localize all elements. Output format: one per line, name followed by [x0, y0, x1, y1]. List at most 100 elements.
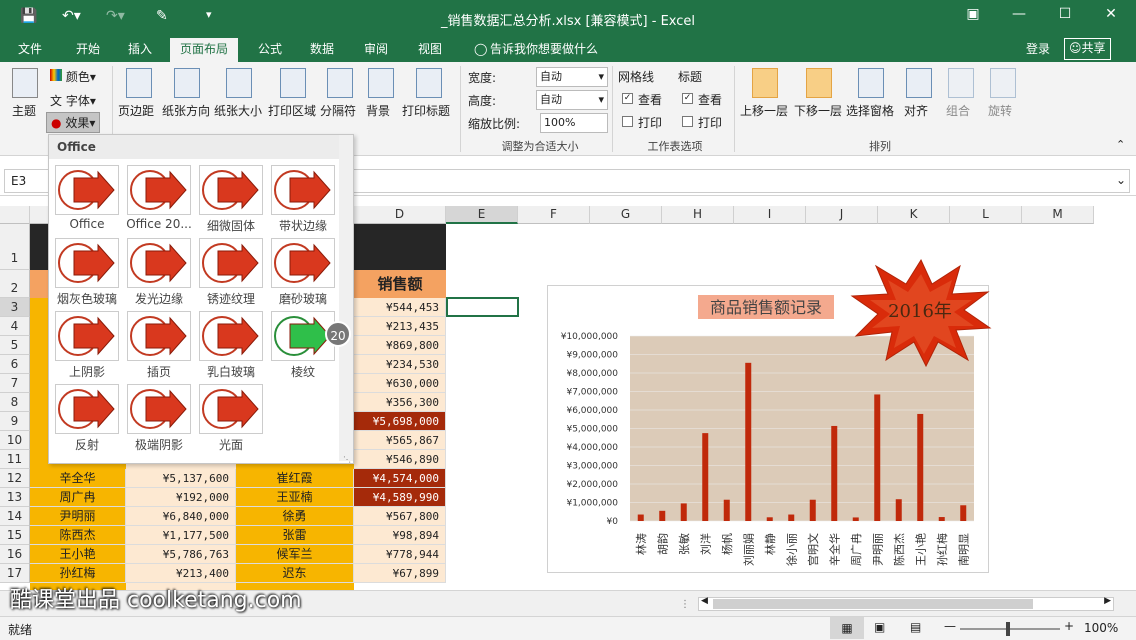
effect-option[interactable]: 反射	[55, 384, 119, 454]
zoom-in-icon[interactable]: +	[1064, 619, 1074, 633]
tab-page-layout[interactable]: 页面布局	[170, 38, 239, 62]
minimize-icon[interactable]: —	[1004, 6, 1034, 22]
column-header-h[interactable]: H	[662, 206, 734, 224]
effect-option[interactable]: 上阴影	[55, 311, 119, 381]
row-header[interactable]: 3	[0, 298, 30, 317]
sales-cell[interactable]: ¥567,800	[354, 507, 446, 526]
effect-option[interactable]: 棱纹	[271, 311, 335, 381]
column-header-g[interactable]: G	[590, 206, 662, 224]
tab-formulas[interactable]: 公式	[254, 40, 286, 62]
column-header-e[interactable]: E	[446, 206, 518, 224]
group-button[interactable]: 组合	[946, 68, 976, 119]
page-break-view-icon[interactable]: ▤	[910, 620, 921, 634]
sales-cell[interactable]: ¥234,530	[354, 355, 446, 374]
amount-cell[interactable]: ¥1,177,500	[126, 526, 236, 545]
scale-spinner[interactable]: 100%	[540, 113, 608, 133]
sales-cell[interactable]: ¥869,800	[354, 336, 446, 355]
name-cell[interactable]: 迟东	[236, 564, 354, 583]
row-header[interactable]: 2	[0, 270, 30, 298]
width-dropdown[interactable]: 自动 ▾	[536, 67, 608, 87]
print-titles-button[interactable]: 打印标题	[402, 68, 456, 119]
page-layout-view-icon[interactable]: ▣	[874, 620, 885, 634]
sales-cell[interactable]: ¥778,944	[354, 545, 446, 564]
themes-button[interactable]: 主题	[8, 68, 42, 128]
name-cell[interactable]: 尹明丽	[30, 507, 126, 526]
name-cell[interactable]: 孙红梅	[30, 564, 126, 583]
tab-split-icon[interactable]: ⋮	[680, 599, 690, 610]
sales-cell[interactable]: ¥98,894	[354, 526, 446, 545]
scrollbar-thumb[interactable]	[713, 599, 1033, 609]
sales-cell[interactable]: ¥565,867	[354, 431, 446, 450]
tab-home[interactable]: 开始	[72, 40, 104, 62]
height-dropdown[interactable]: 自动 ▾	[536, 90, 608, 110]
row-header[interactable]: 12	[0, 469, 30, 488]
row-header[interactable]: 16	[0, 545, 30, 564]
amount-cell[interactable]: ¥213,400	[126, 564, 236, 583]
effect-option[interactable]: 细微固体	[199, 165, 263, 235]
share-button[interactable]: ☺共享	[1064, 38, 1111, 60]
horizontal-scrollbar[interactable]: ◀ ▶	[698, 596, 1114, 611]
align-button[interactable]: 对齐	[904, 68, 934, 119]
ribbon-display-icon[interactable]: ▣	[958, 6, 988, 22]
expand-formula-icon[interactable]: ⌄	[1116, 173, 1126, 187]
sales-cell[interactable]: ¥630,000	[354, 374, 446, 393]
effect-option[interactable]: 烟灰色玻璃	[55, 238, 119, 308]
name-cell[interactable]: 王小艳	[30, 545, 126, 564]
name-cell[interactable]: 周广冉	[30, 488, 126, 507]
resize-grip-icon[interactable]: ⋱	[343, 455, 351, 464]
theme-effects-button[interactable]: ● 效果▾	[46, 112, 101, 133]
tab-review[interactable]: 审阅	[360, 40, 392, 62]
tab-view[interactable]: 视图	[414, 40, 446, 62]
row-header[interactable]: 17	[0, 564, 30, 583]
scroll-right-icon[interactable]: ▶	[1104, 596, 1111, 606]
name-cell[interactable]: 陈西杰	[30, 526, 126, 545]
theme-fonts-button[interactable]: 文 字体▾	[50, 92, 96, 109]
zoom-level[interactable]: 100%	[1084, 621, 1118, 635]
tab-file[interactable]: 文件	[14, 40, 46, 62]
scroll-left-icon[interactable]: ◀	[701, 596, 708, 606]
sign-in-link[interactable]: 登录	[1022, 40, 1054, 62]
name-cell[interactable]: 张雷	[236, 526, 354, 545]
row-header[interactable]: 7	[0, 374, 30, 393]
background-button[interactable]: 背景	[366, 68, 396, 119]
column-header-j[interactable]: J	[806, 206, 878, 224]
starburst-callout[interactable]: 2016年	[850, 256, 992, 368]
headings-view-checkbox[interactable]: ✓	[682, 93, 693, 104]
sales-cell[interactable]: ¥213,435	[354, 317, 446, 336]
sales-cell-highlight[interactable]: ¥4,589,990	[354, 488, 446, 507]
column-header-d[interactable]: D	[354, 206, 446, 224]
send-backward-button[interactable]: 下移一层	[794, 68, 846, 119]
row-header[interactable]: 13	[0, 488, 30, 507]
name-cell[interactable]: 崔红霞	[236, 469, 354, 488]
tell-me-search[interactable]: 告诉我你想要做什么	[486, 40, 602, 62]
gridlines-view-checkbox[interactable]: ✓	[622, 93, 633, 104]
row-header[interactable]: 14	[0, 507, 30, 526]
sales-cell[interactable]: ¥546,890	[354, 450, 446, 469]
headings-print-checkbox[interactable]	[682, 116, 693, 127]
row-header[interactable]: 11	[0, 450, 30, 469]
selection-pane-button[interactable]: 选择窗格	[846, 68, 898, 119]
effect-option[interactable]: Office	[55, 165, 119, 235]
column-header-k[interactable]: K	[878, 206, 950, 224]
column-header-i[interactable]: I	[734, 206, 806, 224]
effect-option[interactable]: 磨砂玻璃	[271, 238, 335, 308]
effect-option[interactable]: 带状边缘	[271, 165, 335, 235]
gallery-scrollbar[interactable]	[339, 135, 353, 461]
row-header[interactable]: 6	[0, 355, 30, 374]
column-header-f[interactable]: F	[518, 206, 590, 224]
amount-cell[interactable]: ¥192,000	[126, 488, 236, 507]
row-header[interactable]: 9	[0, 412, 30, 431]
print-area-button[interactable]: 打印区域	[268, 68, 318, 119]
name-cell[interactable]: 王亚楠	[236, 488, 354, 507]
row-header[interactable]: 15	[0, 526, 30, 545]
row-header[interactable]: 10	[0, 431, 30, 450]
sales-cell-highlight[interactable]: ¥5,698,000	[354, 412, 446, 431]
name-cell[interactable]: 候军兰	[236, 545, 354, 564]
column-header-l[interactable]: L	[950, 206, 1022, 224]
column-header-m[interactable]: M	[1022, 206, 1094, 224]
effect-option[interactable]: 乳白玻璃	[199, 311, 263, 381]
orientation-button[interactable]: 纸张方向	[162, 68, 212, 119]
row-header[interactable]: 5	[0, 336, 30, 355]
margins-button[interactable]: 页边距	[118, 68, 160, 119]
sales-header-cell[interactable]: 销售额	[354, 270, 446, 298]
